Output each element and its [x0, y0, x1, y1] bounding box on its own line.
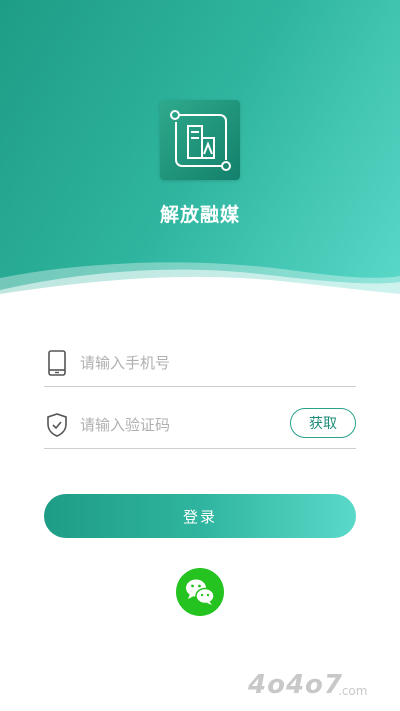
get-code-button[interactable]: 获取: [290, 408, 356, 438]
svg-text:4o4o7: 4o4o7: [247, 670, 343, 700]
app-logo: [160, 100, 240, 180]
app-logo-graphic: [170, 110, 231, 171]
shield-check-icon: [47, 413, 67, 437]
wechat-login-button[interactable]: [176, 568, 224, 616]
wechat-icon: [186, 579, 215, 605]
header-wave-decoration: [0, 262, 400, 300]
header-banner: 解放融媒: [0, 0, 400, 300]
verification-code-input[interactable]: [78, 410, 282, 440]
phone-icon: [48, 350, 66, 376]
phone-input[interactable]: [78, 348, 282, 378]
login-button[interactable]: 登录: [44, 494, 356, 538]
code-field: 获取: [44, 402, 356, 449]
phone-field: [44, 340, 356, 387]
watermark-logo: 4o4o7 .com: [247, 670, 367, 700]
svg-text:.com: .com: [338, 684, 367, 698]
app-name: 解放融媒: [159, 204, 240, 226]
